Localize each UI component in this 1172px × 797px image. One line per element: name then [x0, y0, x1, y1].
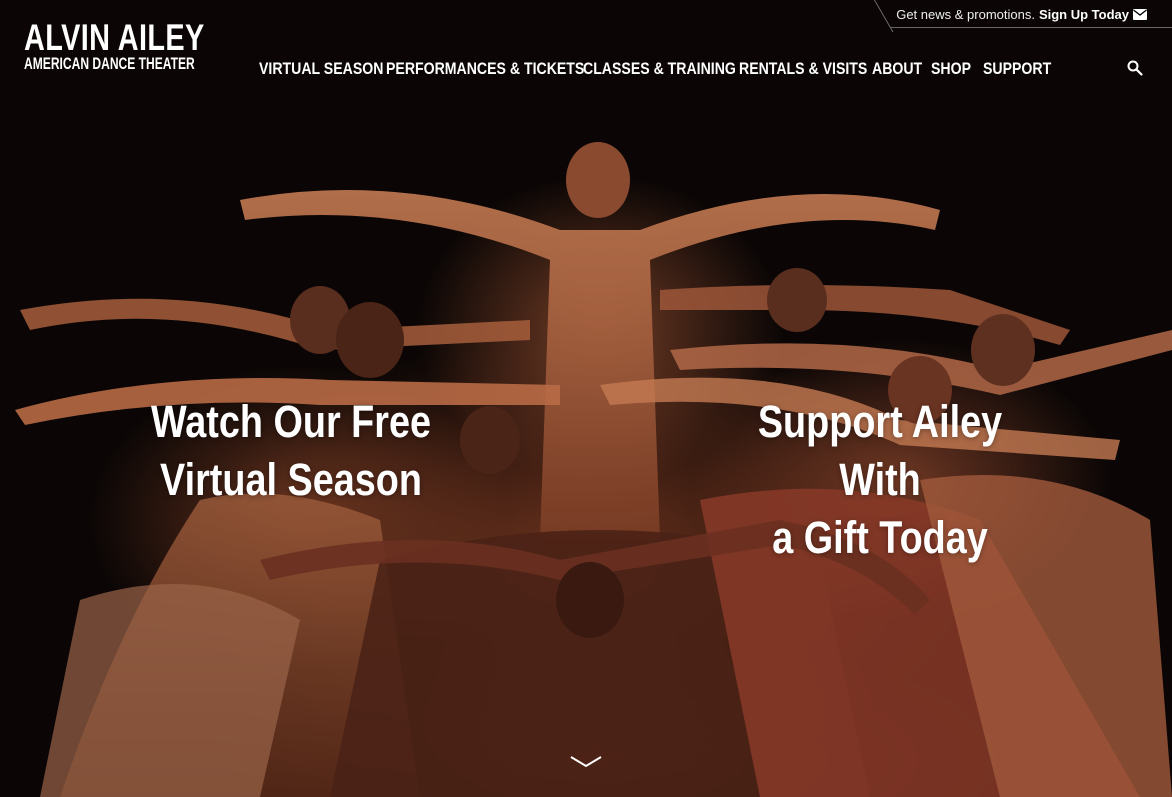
promo-underline	[890, 27, 1172, 28]
promo-bar: Get news & promotions. Sign Up Today	[870, 0, 1172, 32]
mail-icon[interactable]	[1133, 8, 1147, 20]
nav-support[interactable]: SUPPORT	[983, 59, 1051, 79]
sign-up-link[interactable]: Sign Up Today	[1039, 7, 1129, 22]
cta-left-line2: Virtual Season	[160, 454, 422, 505]
main-nav: VIRTUAL SEASON PERFORMANCES & TICKETS CL…	[259, 59, 1053, 79]
nav-rentals-visits[interactable]: RENTALS & VISITS	[739, 59, 867, 79]
nav-virtual-season[interactable]: VIRTUAL SEASON	[259, 59, 383, 79]
nav-shop[interactable]: SHOP	[931, 59, 974, 79]
nav-about[interactable]: ABOUT	[872, 59, 922, 79]
nav-performances-tickets[interactable]: PERFORMANCES & TICKETS	[386, 59, 584, 79]
cta-right-line2: a Gift Today	[772, 512, 988, 563]
watch-virtual-season-link[interactable]: Watch Our Free Virtual Season	[121, 393, 461, 509]
nav-classes-training[interactable]: CLASSES & TRAINING	[583, 59, 736, 79]
cta-right-line1: Support Ailey With	[757, 396, 1003, 505]
search-icon[interactable]	[1127, 60, 1143, 76]
logo-subtitle: AMERICAN DANCE THEATER	[24, 54, 195, 73]
chevron-down-icon[interactable]	[570, 755, 602, 769]
support-gift-link[interactable]: Support Ailey With a Gift Today	[680, 393, 1080, 567]
promo-text: Get news & promotions.	[896, 6, 1035, 22]
logo-title: ALVIN AILEY	[24, 17, 205, 58]
cta-left-line1: Watch Our Free	[150, 396, 432, 447]
site-logo[interactable]: ALVIN AILEY AMERICAN DANCE THEATER	[24, 17, 205, 73]
